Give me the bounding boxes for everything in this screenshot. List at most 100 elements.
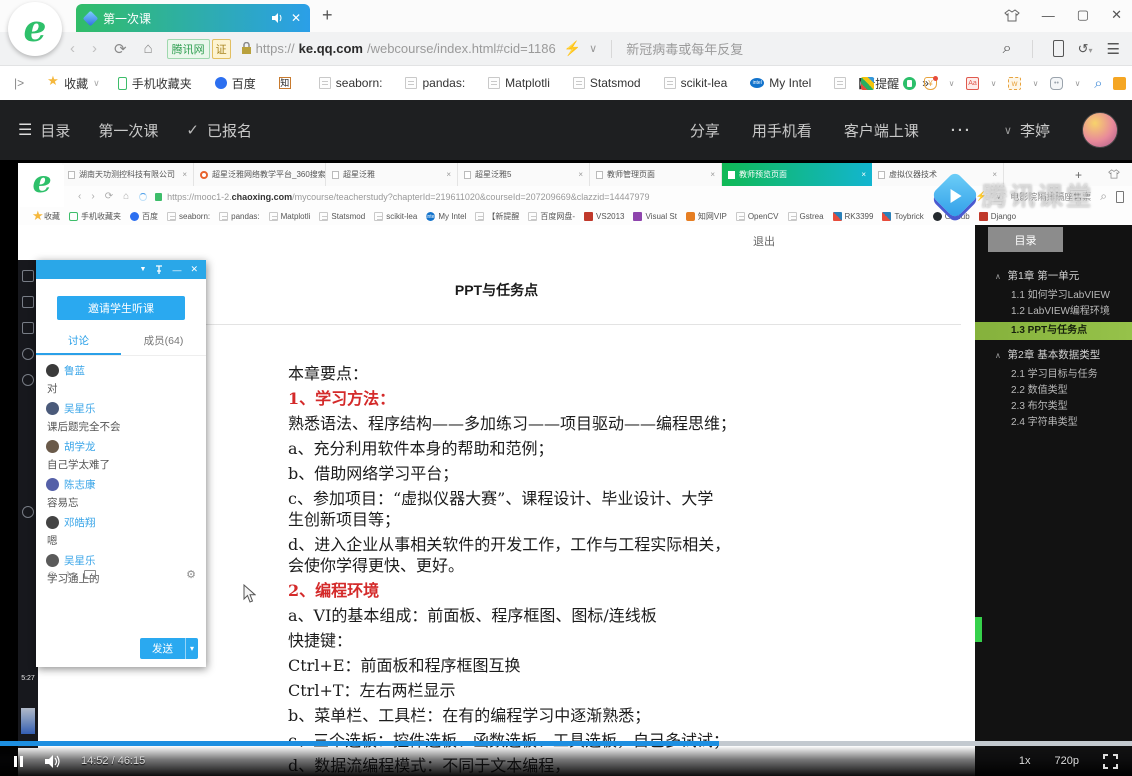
pause-button[interactable] — [14, 756, 23, 767]
bookmark-item[interactable]: scikit-lea — [657, 73, 740, 93]
recorded-bookmark-label: Toybrick — [894, 212, 923, 221]
search-icon[interactable]: ⌕ — [1003, 40, 1012, 58]
recorded-tab: 超星泛雅 × — [326, 163, 458, 186]
extension-icon[interactable] — [945, 77, 958, 90]
extension-icon[interactable] — [882, 77, 895, 90]
send-button: 发送 — [140, 638, 185, 659]
recorded-tab-close-icon: × — [578, 170, 583, 179]
client-class-button[interactable]: 客户端上课 — [844, 120, 919, 141]
extension-icon[interactable] — [1029, 77, 1042, 90]
chat-pin-icon — [155, 265, 163, 274]
bookmark-item[interactable]: seaborn: — [312, 73, 395, 93]
recorded-tab-title: 超星泛雅 — [343, 169, 375, 180]
bookmarks-sidebar-toggle-icon[interactable]: |> — [14, 76, 24, 90]
user-avatar[interactable] — [1082, 112, 1118, 148]
watch-on-phone-button[interactable]: 用手机看 — [752, 120, 812, 141]
recorded-bookmark-label: 【新提醒 — [487, 211, 519, 222]
refresh-icon[interactable]: ⟳ — [114, 40, 127, 58]
extension-icon[interactable] — [861, 77, 874, 90]
recorded-bookmark-icon — [933, 212, 942, 221]
bookmark-item[interactable]: 百度 — [208, 72, 268, 95]
quality-button[interactable]: 720p — [1055, 755, 1079, 767]
tab-close-icon[interactable]: ✕ — [291, 11, 301, 25]
home-icon[interactable]: ⌂ — [144, 40, 153, 57]
bookmarks-bar: |> 收藏 ∨ 手机收藏夹 百度 — [0, 66, 1132, 100]
recorded-lock-icon — [155, 193, 162, 201]
recorded-bookmark-icon — [374, 212, 383, 221]
recorded-bookmark-item: 收藏 — [32, 211, 60, 222]
phone-sync-icon[interactable] — [1053, 40, 1064, 57]
user-menu[interactable]: ∨ 李婷 — [1004, 120, 1050, 141]
recorded-bookmark-icon — [426, 212, 435, 221]
browser-tab[interactable]: 第一次课 ✕ — [76, 4, 310, 32]
history-undo-icon[interactable]: ↺▾ — [1078, 41, 1093, 57]
share-button[interactable]: 分享 — [690, 120, 720, 141]
url-field[interactable]: https://ke.qq.com/webcourse/index.html#c… — [241, 41, 556, 56]
bookmark-item[interactable] — [272, 74, 308, 92]
extension-icon[interactable] — [1050, 77, 1063, 90]
extension-icon[interactable] — [903, 77, 916, 90]
menu-hamburger-icon[interactable]: ☰ — [1107, 40, 1120, 58]
extension-icon[interactable] — [1113, 77, 1126, 90]
slide-text-line: 生创新项目等； — [288, 509, 928, 530]
extension-icon[interactable] — [987, 77, 1000, 90]
back-icon[interactable]: ‹ — [70, 40, 75, 57]
recorded-bookmark-icon — [219, 212, 228, 221]
more-button[interactable]: ··· — [951, 122, 972, 139]
extension-icon[interactable] — [1008, 77, 1021, 90]
chat-minimize-icon: — — [172, 265, 181, 275]
recorded-toc-row: 1.2 LabVIEW编程环境 — [975, 304, 1132, 320]
extension-icon[interactable] — [924, 77, 937, 90]
bookmark-item[interactable]: Statsmod — [566, 73, 653, 93]
url-dropdown-icon[interactable]: ∨ — [589, 42, 597, 55]
recorded-mouse-cursor — [243, 584, 256, 603]
search-suggestion-text[interactable]: 新冠病毒或每年反复 — [626, 39, 1002, 58]
recorded-bookmark-item: OpenCV — [736, 212, 779, 221]
recorded-search-icon: ⌕ — [1100, 189, 1107, 204]
toc-menu-button[interactable]: ☰ 目录 — [18, 120, 70, 141]
app-strip-timer: 5:27 — [18, 675, 38, 682]
extension-icon[interactable] — [966, 77, 979, 90]
recorded-bookmark-label: GitHub — [945, 212, 970, 221]
recorded-bookmark-label: VS2013 — [596, 212, 624, 221]
slide-text-line: a、VI的基本组成：前面板、程序框图、图标/连线板 — [288, 605, 928, 626]
chat-tab: 讨论 — [36, 333, 121, 355]
tab-audio-icon[interactable] — [272, 13, 284, 23]
bookmark-label: Statsmod — [590, 76, 641, 90]
slide-text-line: 快捷键： — [288, 630, 928, 651]
recorded-tab-favicon — [332, 171, 339, 179]
chat-send: 发送 ▾ — [140, 638, 198, 659]
chat-username: 陈志康 — [64, 477, 96, 492]
bookmark-icon — [488, 77, 500, 89]
recorded-phone-icon — [1116, 191, 1124, 203]
extension-icon[interactable] — [1071, 77, 1084, 90]
maximize-button[interactable]: ▢ — [1077, 7, 1089, 23]
fullscreen-icon[interactable] — [1103, 754, 1118, 769]
slide-text-line: 本章要点： — [288, 363, 928, 384]
chat-close-icon: ✕ — [190, 264, 198, 275]
minimize-button[interactable]: — — [1042, 8, 1055, 23]
toc-menu-label: 目录 — [40, 120, 70, 141]
bookmark-item[interactable]: Matplotli — [481, 73, 562, 93]
quick-launch-bolt-icon[interactable]: ⚡ — [564, 40, 581, 57]
recorded-bookmark-icon — [32, 212, 41, 221]
recorded-bookmark-label: seaborn: — [179, 212, 210, 221]
close-button[interactable]: ✕ — [1111, 7, 1122, 23]
site-verification-badge[interactable]: 腾讯网 证 — [167, 39, 231, 59]
slide-text-line: Ctrl+T：左右两栏显示 — [288, 680, 928, 701]
lock-icon — [241, 42, 252, 55]
recorded-tab-title: 虚拟仪器技术 — [889, 169, 937, 180]
volume-icon[interactable] — [45, 755, 61, 768]
bookmark-item[interactable]: pandas: — [398, 73, 477, 93]
bookmark-item[interactable]: 收藏 ∨ — [40, 72, 107, 95]
browser-360-logo[interactable]: e — [8, 2, 62, 56]
new-tab-button[interactable]: + — [322, 5, 333, 26]
video-player-surface[interactable]: e 湖南天功测控科技有限公司 × 超星泛雅网络教学平台_360搜索 × — [0, 160, 1132, 776]
bookmark-item[interactable]: 手机收藏夹 — [111, 72, 204, 95]
forward-icon[interactable]: › — [92, 40, 97, 57]
playback-speed-button[interactable]: 1x — [1019, 755, 1031, 767]
theme-skin-icon[interactable] — [1004, 9, 1020, 22]
chat-message-text: 容易忘 — [47, 495, 196, 510]
extension-icon[interactable] — [1092, 77, 1105, 90]
bookmark-item[interactable]: My Intel — [743, 73, 823, 93]
